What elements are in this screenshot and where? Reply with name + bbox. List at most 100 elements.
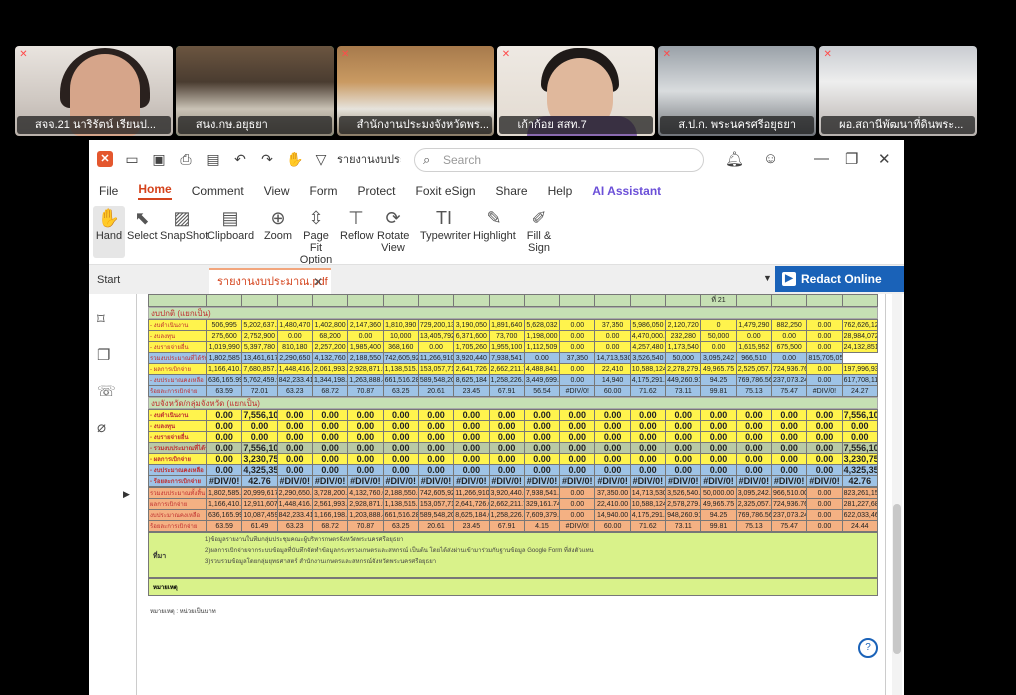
participant-tile-active-speaker[interactable]: สนง.กษ.อยุธยา — [175, 46, 334, 136]
print-icon[interactable]: ⎙ — [178, 151, 194, 168]
menu-protect[interactable]: Protect — [358, 184, 396, 200]
table-cell: 75.13 — [735, 385, 773, 397]
participant-tile[interactable]: ✕ สจจ.21 นาริรัตน์ เรียนป... — [15, 46, 173, 136]
expand-panel-icon[interactable]: ▶ — [123, 489, 130, 500]
pages-icon[interactable]: ❐ — [97, 346, 110, 364]
search-input[interactable]: ⌕ Search — [414, 148, 704, 172]
hand-tool-button[interactable]: ✋ Hand — [93, 206, 125, 258]
table-cell: 2,325,057.40 — [735, 498, 773, 510]
table-cell: 94.25 — [700, 374, 737, 386]
table-cell: 0.00 — [806, 453, 843, 465]
table-cell: 636,165.99 — [205, 509, 243, 521]
table-cell: 0.00 — [629, 409, 667, 421]
menu-ai-assistant[interactable]: AI Assistant — [592, 184, 661, 200]
participant-tile[interactable]: ✕ ผอ.สถานีพัฒนาที่ดินพระ... — [819, 46, 977, 136]
minimize-icon[interactable]: — — [814, 150, 829, 167]
undo-icon[interactable]: ↶ — [232, 151, 248, 168]
open-folder-icon[interactable]: ▭ — [124, 151, 140, 168]
menu-comment[interactable]: Comment — [192, 184, 244, 200]
table-cell: 724,936.76 — [770, 363, 808, 375]
menu-share[interactable]: Share — [496, 184, 528, 200]
table-cell: 0.00 — [205, 453, 243, 465]
table-cell: 2,278,279.09 — [665, 363, 702, 375]
menu-foxit-esign[interactable]: Foxit eSign — [416, 184, 476, 200]
zoom-button[interactable]: ⊕ Zoom — [263, 206, 293, 242]
row-label: - งบดำเนินงาน — [148, 319, 207, 331]
table-cell: 1,138,515.79 — [382, 363, 419, 375]
rotate-view-button[interactable]: ⟳ Rotate View — [377, 206, 409, 254]
fill-sign-button[interactable]: ✐ Fill & Sign — [523, 206, 555, 254]
menu-form[interactable]: Form — [310, 184, 338, 200]
row-label: งบประมาณคงเหลือ — [148, 509, 207, 521]
table-cell: 0.00 — [770, 352, 808, 364]
comment-icon[interactable]: ☏ — [97, 382, 116, 400]
table-cell: 2,662,211.78 — [488, 363, 525, 375]
pen-icon: ✐ — [531, 208, 547, 228]
scrollbar-thumb[interactable] — [893, 504, 901, 654]
table-cell: 0.00 — [523, 442, 561, 454]
select-tool-button[interactable]: ⬉ Select — [127, 206, 158, 242]
tab-list-dropdown-icon[interactable]: ▼ — [763, 273, 772, 283]
restore-icon[interactable]: ❐ — [845, 150, 858, 168]
table-cell: 3,095,242 — [700, 352, 737, 364]
vertical-scrollbar[interactable] — [892, 294, 902, 695]
attachment-icon[interactable]: ⌀ — [97, 418, 106, 436]
menu-help[interactable]: Help — [548, 184, 573, 200]
table-cell: 0.00 — [559, 431, 596, 443]
table-cell: 2,578,279.09 — [665, 498, 702, 510]
page-fit-option-button[interactable]: ⇳ Page Fit Option — [297, 206, 335, 266]
table-cell: 68,200 — [311, 330, 349, 342]
row-label: - ร้อยละการเบิกจ่าย — [148, 475, 207, 487]
table-cell: 1,258,226.30 — [488, 509, 525, 521]
mic-muted-icon: ✕ — [501, 49, 511, 60]
participant-tile[interactable]: ✕ เก้าก้อย สสท.7 — [497, 46, 656, 136]
reflow-button[interactable]: ⊤ Reflow — [340, 206, 374, 242]
clipboard-button[interactable]: ▤ Clipboard — [207, 206, 254, 242]
table-cell: 0.00 — [559, 498, 596, 510]
customize-dropdown-icon[interactable]: ▽ — [313, 151, 329, 168]
account-icon[interactable]: ☺ — [763, 150, 778, 167]
row-label: - งบประมาณคงเหลือ — [148, 374, 207, 386]
bell-icon[interactable]: 🔔︎ — [725, 150, 744, 168]
table-cell: 7,609,379.26 — [523, 509, 561, 521]
table-cell: 882,250 — [770, 319, 808, 331]
table-cell: #DIV/0! — [205, 475, 243, 487]
tab-close-icon[interactable]: ✕ — [313, 270, 323, 294]
typewriter-button[interactable]: TI Typewriter — [420, 206, 471, 242]
table-cell: 7,680,857.30 — [241, 363, 278, 375]
participant-tile[interactable]: ✕ ส.ป.ก. พระนครศรีอยุธยา — [658, 46, 817, 136]
menu-home[interactable]: Home — [138, 182, 172, 200]
tab-start[interactable]: Start — [97, 274, 120, 286]
bookmark-icon[interactable]: ⌑ — [97, 310, 105, 328]
table-cell: 1,203,888.45 — [347, 509, 384, 521]
highlight-button[interactable]: ✎ Highlight — [473, 206, 516, 242]
table-cell: 368,160 — [382, 341, 419, 353]
redo-icon[interactable]: ↷ — [259, 151, 275, 168]
participant-tile[interactable]: ✕ สำนักงานประมงจังหวัดพร... — [336, 46, 495, 136]
table-cell: 50,000.00 — [700, 487, 737, 499]
table-cell: 0.00 — [770, 464, 808, 476]
tab-document[interactable]: รายงานงบประมาณ.pdf ✕ — [209, 268, 331, 295]
row-label: ร้อยละการเบิกจ่าย — [148, 385, 207, 397]
snapshot-button[interactable]: ▨ SnapShot — [160, 206, 208, 242]
table-cell: 68.72 — [311, 385, 349, 397]
table-cell: 0.00 — [382, 409, 419, 421]
hand-tool-dropdown-icon[interactable]: ✋ — [286, 151, 303, 168]
table-cell: 966,510 — [735, 352, 773, 364]
export-icon[interactable]: ▤ — [205, 151, 221, 168]
table-cell: 72.01 — [241, 385, 278, 397]
save-icon[interactable]: ▣ — [151, 151, 167, 168]
regular-budget-table: - งบดำเนินงาน506,9955,202,637.221,480,47… — [148, 319, 879, 397]
table-cell: 0.00 — [523, 464, 561, 476]
table-cell: 0.00 — [523, 409, 561, 421]
menu-view[interactable]: View — [264, 184, 290, 200]
close-icon[interactable]: ✕ — [878, 150, 891, 168]
table-cell: 73.11 — [665, 385, 702, 397]
table-cell: 7,556,100 — [841, 409, 879, 421]
redact-online-button[interactable]: ▶ Redact Online — [775, 266, 904, 292]
table-cell: 10,588,124.39 — [629, 363, 667, 375]
table-cell: 0 — [700, 319, 737, 331]
help-chat-icon[interactable]: ? — [858, 638, 878, 658]
table-cell: 24.44 — [841, 520, 879, 532]
menu-file[interactable]: File — [99, 184, 118, 200]
